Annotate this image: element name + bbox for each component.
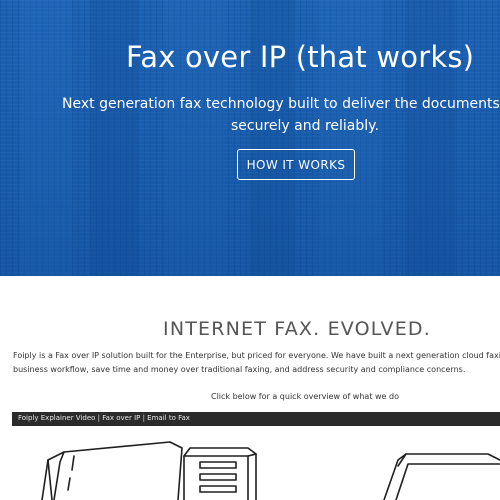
computer-tower-sketch-icon [183,447,257,500]
tablet-sketch-icon [383,453,500,500]
intro-line-2: business workflow, save time and money o… [13,365,466,374]
how-it-works-button[interactable]: HOW IT WORKS [237,149,355,180]
page: Fax over IP (that works) Next generation… [0,0,500,500]
video-sketch-illustration[interactable] [12,426,500,500]
video-prompt-text: Click below for a quick overview of what… [211,392,399,401]
explainer-video-player[interactable]: Foiply Explainer Video | Fax over IP | E… [12,412,500,500]
video-title-bar: Foiply Explainer Video | Fax over IP | E… [12,412,500,426]
hero-subtitle-line-2: securely and reliably. [231,118,379,134]
hero-subtitle-line-1: Next generation fax technology built to … [62,96,500,112]
hero-subtitle: Next generation fax technology built to … [0,93,500,137]
hero-title: Fax over IP (that works) [126,40,475,74]
intro-line-1: Foiply is a Fax over IP solution built f… [13,351,500,360]
intro-paragraph: Foiply is a Fax over IP solution built f… [13,349,500,377]
video-title[interactable]: Foiply Explainer Video | Fax over IP | E… [18,414,190,422]
section-heading: INTERNET FAX. EVOLVED. [163,318,431,340]
hero-banner: Fax over IP (that works) Next generation… [0,0,500,276]
monitor-sketch-icon [41,441,183,500]
